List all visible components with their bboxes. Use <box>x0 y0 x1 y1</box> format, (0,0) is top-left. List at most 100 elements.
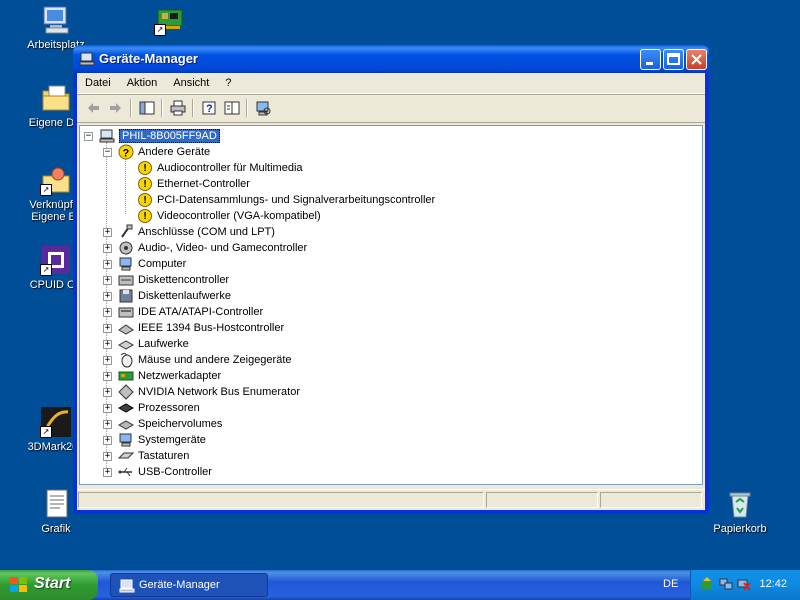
expand-toggle[interactable]: + <box>103 243 112 253</box>
tree-item-unknown-device[interactable]: ! PCI-Datensammlungs- und Signalverarbei… <box>137 192 435 208</box>
computer-icon <box>99 128 115 144</box>
tree-item-label: Laufwerke <box>138 338 189 350</box>
status-pane <box>600 492 702 508</box>
svg-text:?: ? <box>123 148 130 160</box>
tree-item-other-devices[interactable]: − ? Andere Geräte <box>103 144 210 160</box>
3dmark-icon: ↗ <box>40 406 72 438</box>
expand-toggle[interactable]: + <box>103 259 112 269</box>
collapse-toggle[interactable]: − <box>103 147 112 157</box>
close-button[interactable] <box>686 49 707 70</box>
tree-category[interactable]: + IDE ATA/ATAPI-Controller <box>103 304 263 320</box>
tree-category[interactable]: + Tastaturen <box>103 448 189 464</box>
language-indicator[interactable]: DE <box>663 578 678 590</box>
tree-category[interactable]: + Mäuse und andere Zeigegeräte <box>103 352 292 368</box>
cpuid-icon: ↗ <box>40 244 72 276</box>
minimize-button[interactable] <box>640 49 661 70</box>
console-tree-icon <box>139 101 154 115</box>
expand-toggle[interactable]: + <box>103 371 112 381</box>
tree-item-unknown-device[interactable]: ! Videocontroller (VGA-kompatibel) <box>137 208 321 224</box>
tree-category[interactable]: + Diskettenlaufwerke <box>103 288 231 304</box>
windows-flag-icon <box>10 577 28 593</box>
tree-item-label: Prozessoren <box>138 402 200 414</box>
expand-toggle[interactable]: + <box>103 451 112 461</box>
collapse-toggle[interactable]: − <box>84 131 93 141</box>
tree-category[interactable]: + Computer <box>103 256 186 272</box>
taskbar-button-device-manager[interactable]: Geräte-Manager <box>110 573 268 597</box>
window-titlebar[interactable]: Geräte-Manager <box>73 45 709 73</box>
taskbar-button-label: Geräte-Manager <box>139 579 220 591</box>
tree-item-unknown-device[interactable]: ! Audiocontroller für Multimedia <box>137 160 303 176</box>
expand-toggle[interactable]: + <box>103 419 112 429</box>
maximize-button[interactable] <box>663 49 684 70</box>
device-tree[interactable]: − PHIL-8B005FF9AD − ? Andere Geräte ! Au… <box>79 125 703 485</box>
tree-root[interactable]: − PHIL-8B005FF9AD <box>84 128 220 144</box>
start-button[interactable]: Start <box>0 570 98 600</box>
tree-root-label: PHIL-8B005FF9AD <box>119 129 220 143</box>
expand-toggle[interactable]: + <box>103 339 112 349</box>
clock[interactable]: 12:42 <box>759 578 787 590</box>
scan-hardware-icon <box>256 101 270 116</box>
desktop-icon-recycle-bin[interactable]: Papierkorb <box>700 488 780 535</box>
expand-toggle[interactable]: + <box>103 275 112 285</box>
expand-toggle[interactable]: + <box>103 387 112 397</box>
tree-category[interactable]: + USB-Controller <box>103 464 212 480</box>
tree-category[interactable]: + Laufwerke <box>103 336 189 352</box>
print-button[interactable] <box>166 97 189 119</box>
tree-guide-line <box>125 158 126 214</box>
menu-datei[interactable]: Datei <box>77 77 119 89</box>
menu-help[interactable]: ? <box>217 77 239 89</box>
tree-item-label: Videocontroller (VGA-kompatibel) <box>157 210 321 222</box>
properties-button[interactable] <box>220 97 243 119</box>
tree-category[interactable]: + Anschlüsse (COM und LPT) <box>103 224 275 240</box>
tree-item-label: Systemgeräte <box>138 434 206 446</box>
window-client-area: Datei Aktion Ansicht ? ? − PHIL-8B005FF9… <box>77 73 705 510</box>
tree-category[interactable]: + Systemgeräte <box>103 432 206 448</box>
desktop-icon-network-card[interactable]: ↗ <box>130 4 210 39</box>
expand-toggle[interactable]: + <box>103 227 112 237</box>
tree-category[interactable]: + Audio-, Video- und Gamecontroller <box>103 240 307 256</box>
status-bar <box>77 489 705 510</box>
shortcut-arrow-icon: ↗ <box>154 24 166 36</box>
device-manager-window: Geräte-Manager Datei Aktion Ansicht ? ? … <box>73 45 709 514</box>
desktop-icon-my-computer[interactable]: Arbeitsplatz <box>16 4 96 51</box>
tree-item-label: Tastaturen <box>138 450 190 462</box>
tray-network-icon[interactable] <box>719 577 733 594</box>
other-devices-question-icon: ? <box>118 144 134 160</box>
tree-category[interactable]: + NVIDIA Network Bus Enumerator <box>103 384 300 400</box>
tray-network-disconnected-icon[interactable] <box>737 577 751 594</box>
menu-bar: Datei Aktion Ansicht ? <box>77 73 705 94</box>
expand-toggle[interactable]: + <box>103 323 112 333</box>
tree-item-unknown-device[interactable]: ! Ethernet-Controller <box>137 176 250 192</box>
expand-toggle[interactable]: + <box>103 467 112 477</box>
tree-category[interactable]: + Diskettencontroller <box>103 272 229 288</box>
mouse-icon <box>118 352 134 368</box>
expand-toggle[interactable]: + <box>103 435 112 445</box>
tree-item-label: NVIDIA Network Bus Enumerator <box>138 386 301 398</box>
menu-aktion[interactable]: Aktion <box>119 77 166 89</box>
show-hide-console-tree-button[interactable] <box>135 97 158 119</box>
expand-toggle[interactable]: + <box>103 291 112 301</box>
drive-icon <box>118 336 134 352</box>
tree-category[interactable]: + Netzwerkadapter <box>103 368 221 384</box>
system-device-icon <box>118 432 134 448</box>
tree-category[interactable]: + IEEE 1394 Bus-Hostcontroller <box>103 320 284 336</box>
computer-icon <box>118 256 134 272</box>
help-button[interactable]: ? <box>197 97 220 119</box>
expand-toggle[interactable]: + <box>103 403 112 413</box>
tree-item-label: IDE ATA/ATAPI-Controller <box>138 306 264 318</box>
back-button[interactable] <box>81 97 104 119</box>
tray-safely-remove-icon[interactable] <box>701 577 715 594</box>
expand-toggle[interactable]: + <box>103 355 112 365</box>
menu-ansicht[interactable]: Ansicht <box>165 77 217 89</box>
my-computer-icon <box>40 4 72 36</box>
forward-button[interactable] <box>104 97 127 119</box>
device-manager-icon <box>79 51 95 67</box>
audio-icon <box>118 240 134 256</box>
expand-toggle[interactable]: + <box>103 307 112 317</box>
scan-hardware-button[interactable] <box>251 97 274 119</box>
tree-category[interactable]: + Speichervolumes <box>103 416 222 432</box>
tree-category[interactable]: + Prozessoren <box>103 400 200 416</box>
tree-item-label: Speichervolumes <box>138 418 223 430</box>
desktop-icon-label: Grafik <box>41 523 71 535</box>
warning-icon: ! <box>137 208 153 224</box>
